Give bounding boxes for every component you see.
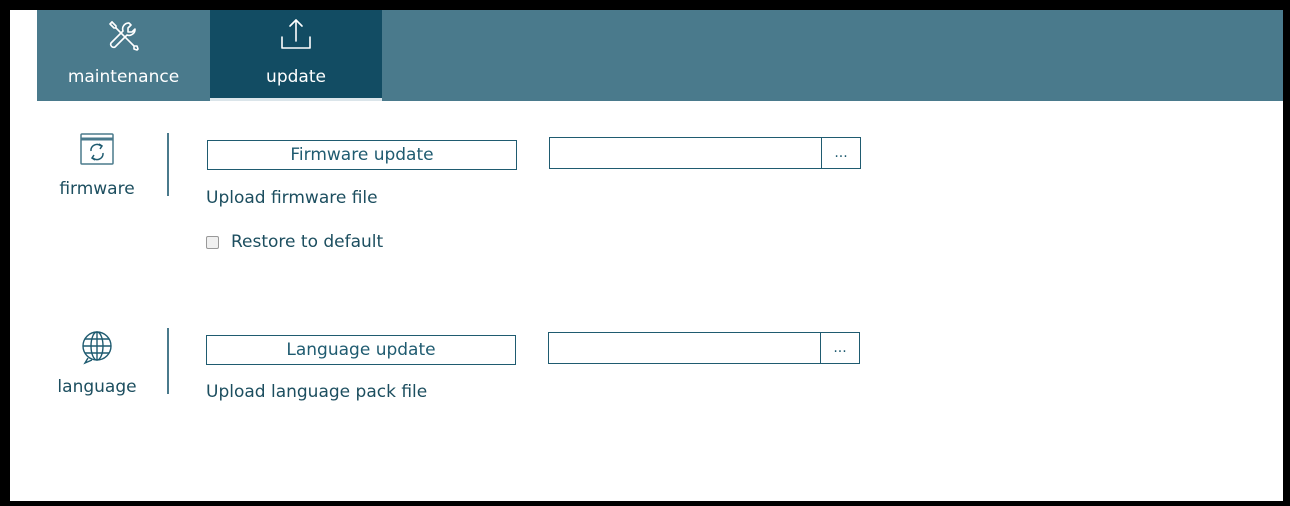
globe-icon <box>79 329 115 369</box>
firmware-file-field[interactable] <box>549 137 822 169</box>
app-window: maintenance update firmware Firmware upd… <box>10 10 1283 501</box>
restore-default-checkbox-row[interactable]: Restore to default <box>206 232 383 252</box>
tools-icon <box>107 19 141 57</box>
language-section-label: language <box>57 377 137 397</box>
language-divider <box>167 328 169 394</box>
firmware-update-button[interactable]: Firmware update <box>207 140 517 170</box>
firmware-section-label: firmware <box>59 179 135 199</box>
firmware-browse-button[interactable]: ... <box>821 137 861 169</box>
firmware-hint-text: Upload firmware file <box>206 188 378 208</box>
tab-maintenance[interactable]: maintenance <box>37 10 210 101</box>
firmware-refresh-icon <box>80 133 114 169</box>
firmware-divider <box>167 133 169 196</box>
tab-update-label: update <box>266 67 326 87</box>
tab-maintenance-label: maintenance <box>67 67 180 87</box>
language-hint-text: Upload language pack file <box>206 382 428 402</box>
language-file-field[interactable] <box>548 332 821 364</box>
language-update-button[interactable]: Language update <box>206 335 516 365</box>
restore-default-label: Restore to default <box>231 232 384 252</box>
restore-default-checkbox[interactable] <box>206 235 219 249</box>
top-navigation-bar: maintenance update <box>37 10 1283 101</box>
upload-icon <box>279 17 313 57</box>
tab-update[interactable]: update <box>210 10 382 101</box>
language-browse-button[interactable]: ... <box>820 332 860 364</box>
